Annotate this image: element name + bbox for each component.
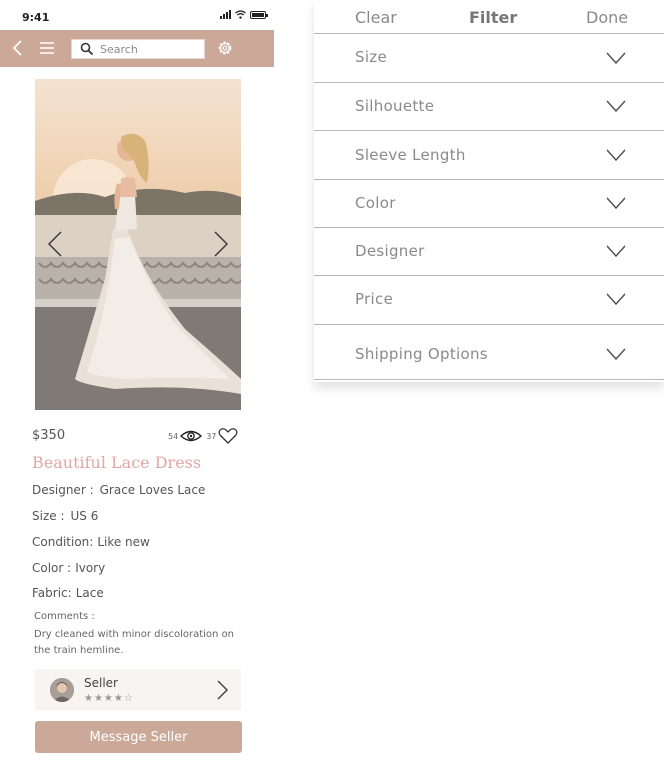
search-input[interactable] xyxy=(100,42,200,56)
detail-size: Size : US 6 xyxy=(32,509,98,523)
detail-label: Fabric: xyxy=(32,586,72,600)
chevron-right-icon[interactable] xyxy=(209,229,233,259)
search-icon xyxy=(80,42,94,56)
seller-name: Seller xyxy=(84,676,118,690)
product-image xyxy=(35,79,241,410)
product-price: $350 xyxy=(32,428,66,443)
detail-label: Condition: xyxy=(32,535,94,549)
status-bar: 9:41 xyxy=(0,0,274,30)
detail-value: US 6 xyxy=(70,509,99,523)
chevron-down-icon xyxy=(606,293,626,305)
battery-icon xyxy=(250,11,268,19)
like-count: 37 xyxy=(206,431,217,441)
view-count: 54 xyxy=(168,431,179,441)
chevron-down-icon xyxy=(606,245,626,257)
detail-value: Ivory xyxy=(75,561,106,575)
wifi-icon xyxy=(235,10,246,19)
filter-option-label: Shipping Options xyxy=(355,345,488,363)
filter-option-shipping-options[interactable]: Shipping Options xyxy=(314,325,664,380)
product-stats: 54 37 xyxy=(168,427,238,445)
detail-value: Grace Loves Lace xyxy=(99,483,206,497)
filter-option-label: Sleeve Length xyxy=(355,146,466,164)
seller-card[interactable]: Seller ★★★★☆ xyxy=(35,669,241,710)
settings-icon[interactable] xyxy=(216,39,234,57)
filter-header: Clear Filter Done xyxy=(314,0,664,34)
message-seller-button[interactable]: Message Seller xyxy=(35,721,242,753)
chevron-down-icon xyxy=(606,100,626,112)
back-icon[interactable] xyxy=(9,39,27,57)
detail-fabric: Fabric: Lace xyxy=(32,586,104,600)
search-bar[interactable] xyxy=(71,39,205,59)
filter-title: Filter xyxy=(469,8,518,27)
filter-option-label: Designer xyxy=(355,242,425,260)
chevron-down-icon xyxy=(606,348,626,360)
chevron-left-icon[interactable] xyxy=(43,229,67,259)
avatar xyxy=(50,678,74,702)
status-time: 9:41 xyxy=(22,11,50,24)
comments-text: Dry cleaned with minor discoloration on … xyxy=(34,629,235,656)
filter-option-silhouette[interactable]: Silhouette xyxy=(314,83,664,131)
detail-value: Lace xyxy=(75,586,104,600)
chevron-down-icon xyxy=(606,52,626,64)
detail-color: Color : Ivory xyxy=(32,561,105,575)
heart-icon[interactable] xyxy=(218,427,238,445)
chevron-down-icon xyxy=(606,197,626,209)
detail-label: Designer : xyxy=(32,483,94,497)
eye-icon xyxy=(180,430,203,442)
done-button[interactable]: Done xyxy=(586,8,628,27)
filter-option-label: Price xyxy=(355,290,394,308)
comments-label: Comments : xyxy=(34,611,95,622)
filter-option-label: Size xyxy=(355,48,387,66)
filter-option-label: Silhouette xyxy=(355,97,435,115)
detail-designer: Designer : Grace Loves Lace xyxy=(32,483,205,497)
clear-button[interactable]: Clear xyxy=(355,8,397,27)
chevron-down-icon xyxy=(606,149,626,161)
nav-bar xyxy=(0,30,274,67)
signal-icon xyxy=(220,10,231,19)
product-title: Beautiful Lace Dress xyxy=(32,453,202,472)
filter-panel: Clear Filter Done Size Silhouette Sleeve… xyxy=(314,0,664,382)
seller-rating: ★★★★☆ xyxy=(84,693,134,704)
filter-option-size[interactable]: Size xyxy=(314,34,664,83)
detail-label: Size : xyxy=(32,509,65,523)
status-icons xyxy=(220,10,268,19)
filter-option-label: Color xyxy=(355,194,396,212)
filter-option-designer[interactable]: Designer xyxy=(314,228,664,276)
detail-condition: Condition: Like new xyxy=(32,535,150,549)
detail-value: Like new xyxy=(97,535,150,549)
product-screen: 9:41 Search $350 54 37 Beautiful Lace Dr… xyxy=(0,0,274,764)
filter-option-color[interactable]: Color xyxy=(314,180,664,228)
filter-option-sleeve-length[interactable]: Sleeve Length xyxy=(314,131,664,180)
menu-icon[interactable] xyxy=(38,39,56,57)
chevron-right-icon[interactable] xyxy=(215,679,229,701)
detail-label: Color : xyxy=(32,561,72,575)
filter-option-price[interactable]: Price xyxy=(314,276,664,325)
